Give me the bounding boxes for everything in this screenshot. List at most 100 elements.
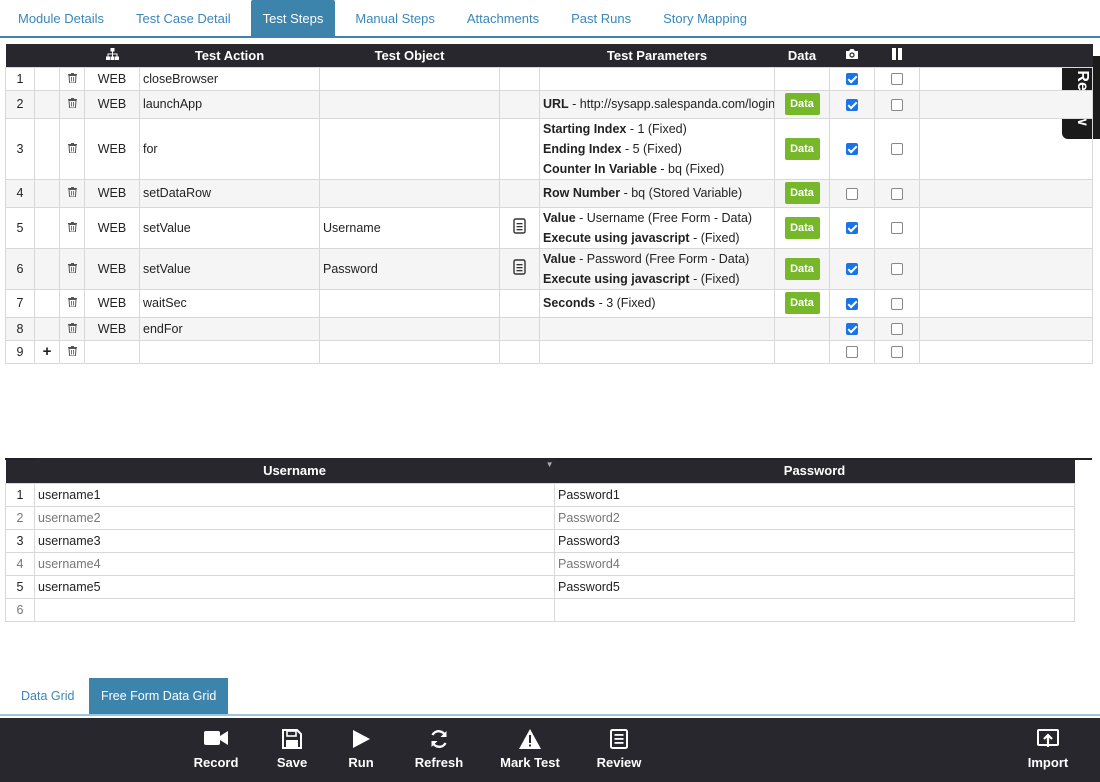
screenshot-checkbox[interactable] [846,297,858,310]
pause-checkbox[interactable] [891,73,903,86]
step-object-icon-cell[interactable] [499,247,540,290]
list-document-icon[interactable] [513,218,526,234]
data-button[interactable]: Data [784,182,820,204]
step-pause-cell[interactable] [874,117,920,180]
pause-checkbox[interactable] [891,297,903,310]
step-pause-cell[interactable] [874,178,920,208]
step-screenshot-cell[interactable] [829,178,875,208]
record-button[interactable]: Record [176,718,256,782]
step-object[interactable] [319,89,500,119]
step-parameters[interactable]: URL - http://sysapp.salespanda.com/login… [539,89,775,119]
step-pause-cell[interactable] [874,339,920,364]
tab-data-grid[interactable]: Data Grid [9,678,87,714]
grid-header-username[interactable]: Username ▼ [34,459,555,483]
step-object[interactable] [319,339,500,364]
grid-cell-username[interactable]: username1 [34,482,555,507]
screenshot-checkbox[interactable] [846,222,858,235]
tab-story-mapping[interactable]: Story Mapping [651,0,759,36]
pause-checkbox[interactable] [891,143,903,156]
step-action[interactable]: setValue [139,206,320,249]
pause-checkbox[interactable] [891,98,903,111]
screenshot-checkbox[interactable] [846,98,858,111]
tab-past-runs[interactable]: Past Runs [559,0,643,36]
step-data-cell[interactable]: Data [774,288,830,318]
grid-cell-password[interactable]: Password4 [554,551,1075,576]
step-object[interactable]: Password [319,247,500,290]
screenshot-checkbox[interactable] [846,73,858,86]
pause-checkbox[interactable] [891,323,903,336]
tab-module-details[interactable]: Module Details [6,0,116,36]
grid-row[interactable]: 5 username5 Password5 [5,574,1075,599]
step-parameters[interactable]: Row Number - bq (Stored Variable) [539,178,775,208]
step-parameters[interactable]: Value - Password (Free Form - Data) Execu… [539,247,775,290]
review-button[interactable]: Review [579,718,659,782]
grid-cell-username[interactable]: username3 [34,528,555,553]
step-row[interactable]: 3 WEB for Starting Index - 1 (Fixed) Ending … [5,117,1093,180]
step-action[interactable]: launchApp [139,89,320,119]
step-delete-cell[interactable] [59,178,85,208]
step-row[interactable]: 4 WEB setDataRow Row Number - bq (Stored Va… [5,178,1093,208]
refresh-button[interactable]: Refresh [399,718,479,782]
run-button[interactable]: Run [321,718,401,782]
step-action[interactable]: for [139,117,320,180]
step-pause-cell[interactable] [874,247,920,290]
step-delete-cell[interactable] [59,316,85,341]
step-screenshot-cell[interactable] [829,117,875,180]
step-data-cell[interactable]: Data [774,89,830,119]
data-button[interactable]: Data [784,257,820,280]
step-screenshot-cell[interactable] [829,66,875,91]
step-pause-cell[interactable] [874,316,920,341]
step-screenshot-cell[interactable] [829,339,875,364]
trash-icon[interactable] [67,262,77,273]
tab-manual-steps[interactable]: Manual Steps [343,0,447,36]
tab-attachments[interactable]: Attachments [455,0,551,36]
step-data-cell[interactable]: Data [774,178,830,208]
import-button[interactable]: Import [1008,718,1088,782]
tab-free-form-data-grid[interactable]: Free Form Data Grid [89,678,229,714]
grid-cell-username[interactable] [34,597,555,622]
step-object[interactable] [319,178,500,208]
grid-row[interactable]: 1 username1 Password1 [5,482,1075,507]
grid-cell-password[interactable] [554,597,1075,622]
pause-checkbox[interactable] [891,222,903,235]
grid-row[interactable]: 3 username3 Password3 [5,528,1075,553]
grid-cell-password[interactable]: Password1 [554,482,1075,507]
step-screenshot-cell[interactable] [829,206,875,249]
data-button[interactable]: Data [784,137,820,160]
step-pause-cell[interactable] [874,288,920,318]
data-button[interactable]: Data [784,216,820,239]
grid-cell-username[interactable]: username4 [34,551,555,576]
step-row[interactable]: 7 WEB waitSec Seconds - 3 (Fixed) Data [5,288,1093,318]
step-screenshot-cell[interactable] [829,316,875,341]
step-action[interactable]: setValue [139,247,320,290]
pause-checkbox[interactable] [891,346,903,359]
step-row[interactable]: 5 WEB setValue Username Value - Username (Fr… [5,206,1093,249]
save-button[interactable]: Save [252,718,332,782]
grid-cell-password[interactable]: Password3 [554,528,1075,553]
step-parameters[interactable] [539,339,775,364]
step-delete-cell[interactable] [59,117,85,180]
trash-icon[interactable] [67,187,77,198]
step-row[interactable]: 6 WEB setValue Password Value - Password (Fr… [5,247,1093,290]
add-row-icon[interactable]: + [43,343,52,360]
pause-checkbox[interactable] [891,187,903,200]
step-delete-cell[interactable] [59,66,85,91]
step-add-cell[interactable]: + [34,339,60,364]
step-pause-cell[interactable] [874,66,920,91]
step-object[interactable] [319,117,500,180]
step-action[interactable]: endFor [139,316,320,341]
step-delete-cell[interactable] [59,206,85,249]
step-pause-cell[interactable] [874,206,920,249]
step-row[interactable]: 9 + [5,339,1093,364]
step-data-cell[interactable]: Data [774,247,830,290]
step-action[interactable]: closeBrowser [139,66,320,91]
trash-icon[interactable] [67,345,77,356]
trash-icon[interactable] [67,221,77,232]
trash-icon[interactable] [67,297,77,308]
step-object-icon-cell[interactable] [499,206,540,249]
data-button[interactable]: Data [784,292,820,314]
step-screenshot-cell[interactable] [829,89,875,119]
step-row[interactable]: 8 WEB endFor [5,316,1093,341]
step-delete-cell[interactable] [59,339,85,364]
step-object[interactable] [319,316,500,341]
